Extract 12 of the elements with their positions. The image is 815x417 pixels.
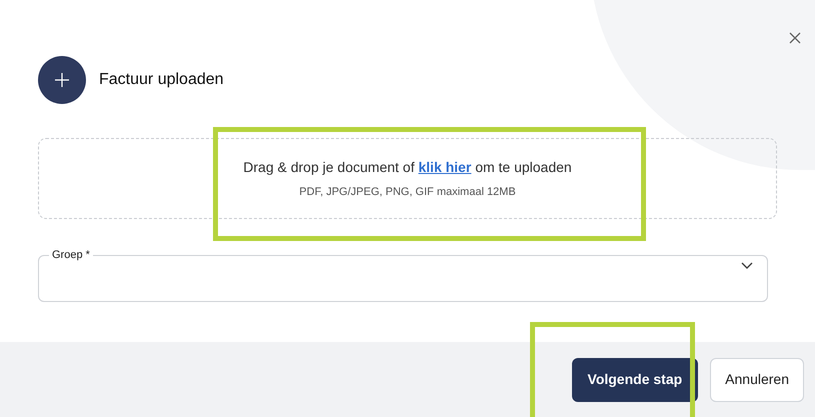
dropzone-instruction: Drag & drop je document of klik hier om te uploaden: [243, 158, 572, 177]
plus-icon: [38, 56, 86, 104]
close-icon[interactable]: [787, 30, 803, 46]
browse-link[interactable]: klik hier: [418, 158, 472, 175]
file-types-hint: PDF, JPG/JPEG, PNG, GIF maximaal 12MB: [299, 184, 516, 200]
next-step-button[interactable]: Volgende stap: [572, 358, 698, 402]
dialog-title: Factuur uploaden: [99, 70, 224, 90]
chevron-down-icon: [741, 262, 753, 270]
group-label: Groep *: [51, 248, 91, 262]
cancel-button[interactable]: Annuleren: [710, 358, 804, 402]
dropzone[interactable]: Drag & drop je document of klik hier om te uploaden PDF, JPG/JPEG, PNG, GIF maximaal 12MB: [38, 138, 777, 219]
group-select[interactable]: Groep *: [38, 248, 768, 302]
